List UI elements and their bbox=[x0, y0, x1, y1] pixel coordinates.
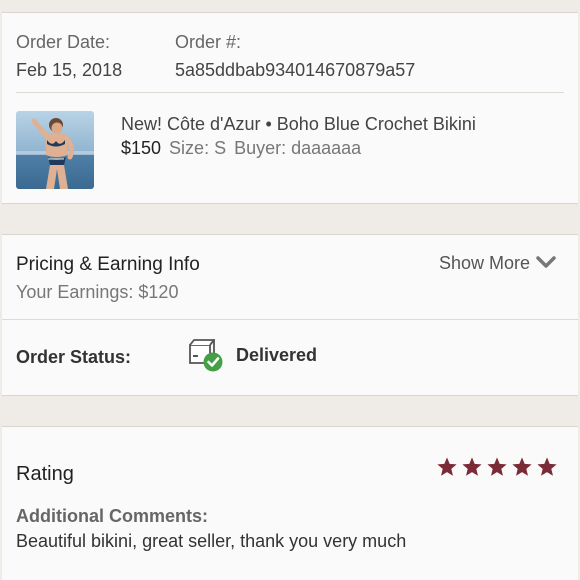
divider bbox=[2, 319, 578, 320]
order-number: Order #: 5a85ddbab934014670879a57 bbox=[175, 31, 415, 81]
comments-label: Additional Comments: bbox=[16, 506, 208, 526]
listing-size: Size: S bbox=[169, 138, 227, 158]
order-summary-card: Order Date: Feb 15, 2018 Order #: 5a85dd… bbox=[2, 12, 578, 204]
order-status-label: Order Status: bbox=[16, 347, 132, 367]
order-info-row: Order Date: Feb 15, 2018 Order #: 5a85dd… bbox=[16, 31, 564, 91]
rating-card: Rating Additional Comments: Beautiful bi… bbox=[2, 426, 578, 580]
pricing-status-card: Pricing & Earning Info Your Earnings: $1… bbox=[2, 234, 578, 396]
star-icon bbox=[537, 457, 557, 476]
order-date-label: Order Date: bbox=[16, 32, 111, 52]
order-status-value: Delivered bbox=[236, 345, 318, 365]
star-icon bbox=[437, 457, 457, 476]
chevron-down-icon bbox=[536, 253, 556, 274]
star-icon bbox=[462, 457, 482, 476]
order-number-value: 5a85ddbab934014670879a57 bbox=[175, 60, 416, 80]
order-number-label: Order #: bbox=[175, 32, 242, 52]
pricing-section: Pricing & Earning Info Your Earnings: $1… bbox=[16, 253, 564, 307]
listing-title[interactable]: New! Côte d'Azur • Boho Blue Crochet Bik… bbox=[121, 113, 476, 135]
order-status-row: Order Status: Delivered bbox=[16, 337, 564, 379]
listing-meta: $150 Size: S Buyer: daaaaaa bbox=[121, 137, 361, 159]
package-delivered-icon bbox=[188, 337, 224, 373]
rating-stars bbox=[436, 456, 558, 478]
star-icon bbox=[512, 457, 532, 476]
order-date-value: Feb 15, 2018 bbox=[16, 60, 123, 80]
listing-item[interactable]: New! Côte d'Azur • Boho Blue Crochet Bik… bbox=[16, 111, 564, 191]
listing-thumbnail[interactable] bbox=[16, 111, 94, 189]
order-details-page: Order Date: Feb 15, 2018 Order #: 5a85dd… bbox=[0, 0, 580, 580]
order-date: Order Date: Feb 15, 2018 bbox=[16, 31, 122, 81]
earnings-text: Your Earnings: $120 bbox=[16, 282, 179, 302]
show-more-button[interactable]: Show More bbox=[439, 253, 556, 274]
comments-text: Beautiful bikini, great seller, thank yo… bbox=[16, 531, 407, 551]
rating-title: Rating bbox=[16, 463, 74, 485]
listing-price: $150 bbox=[121, 138, 162, 158]
listing-buyer[interactable]: Buyer: daaaaaa bbox=[234, 138, 361, 158]
star-icon bbox=[487, 457, 507, 476]
show-more-label: Show More bbox=[438, 253, 530, 273]
divider bbox=[16, 92, 564, 93]
